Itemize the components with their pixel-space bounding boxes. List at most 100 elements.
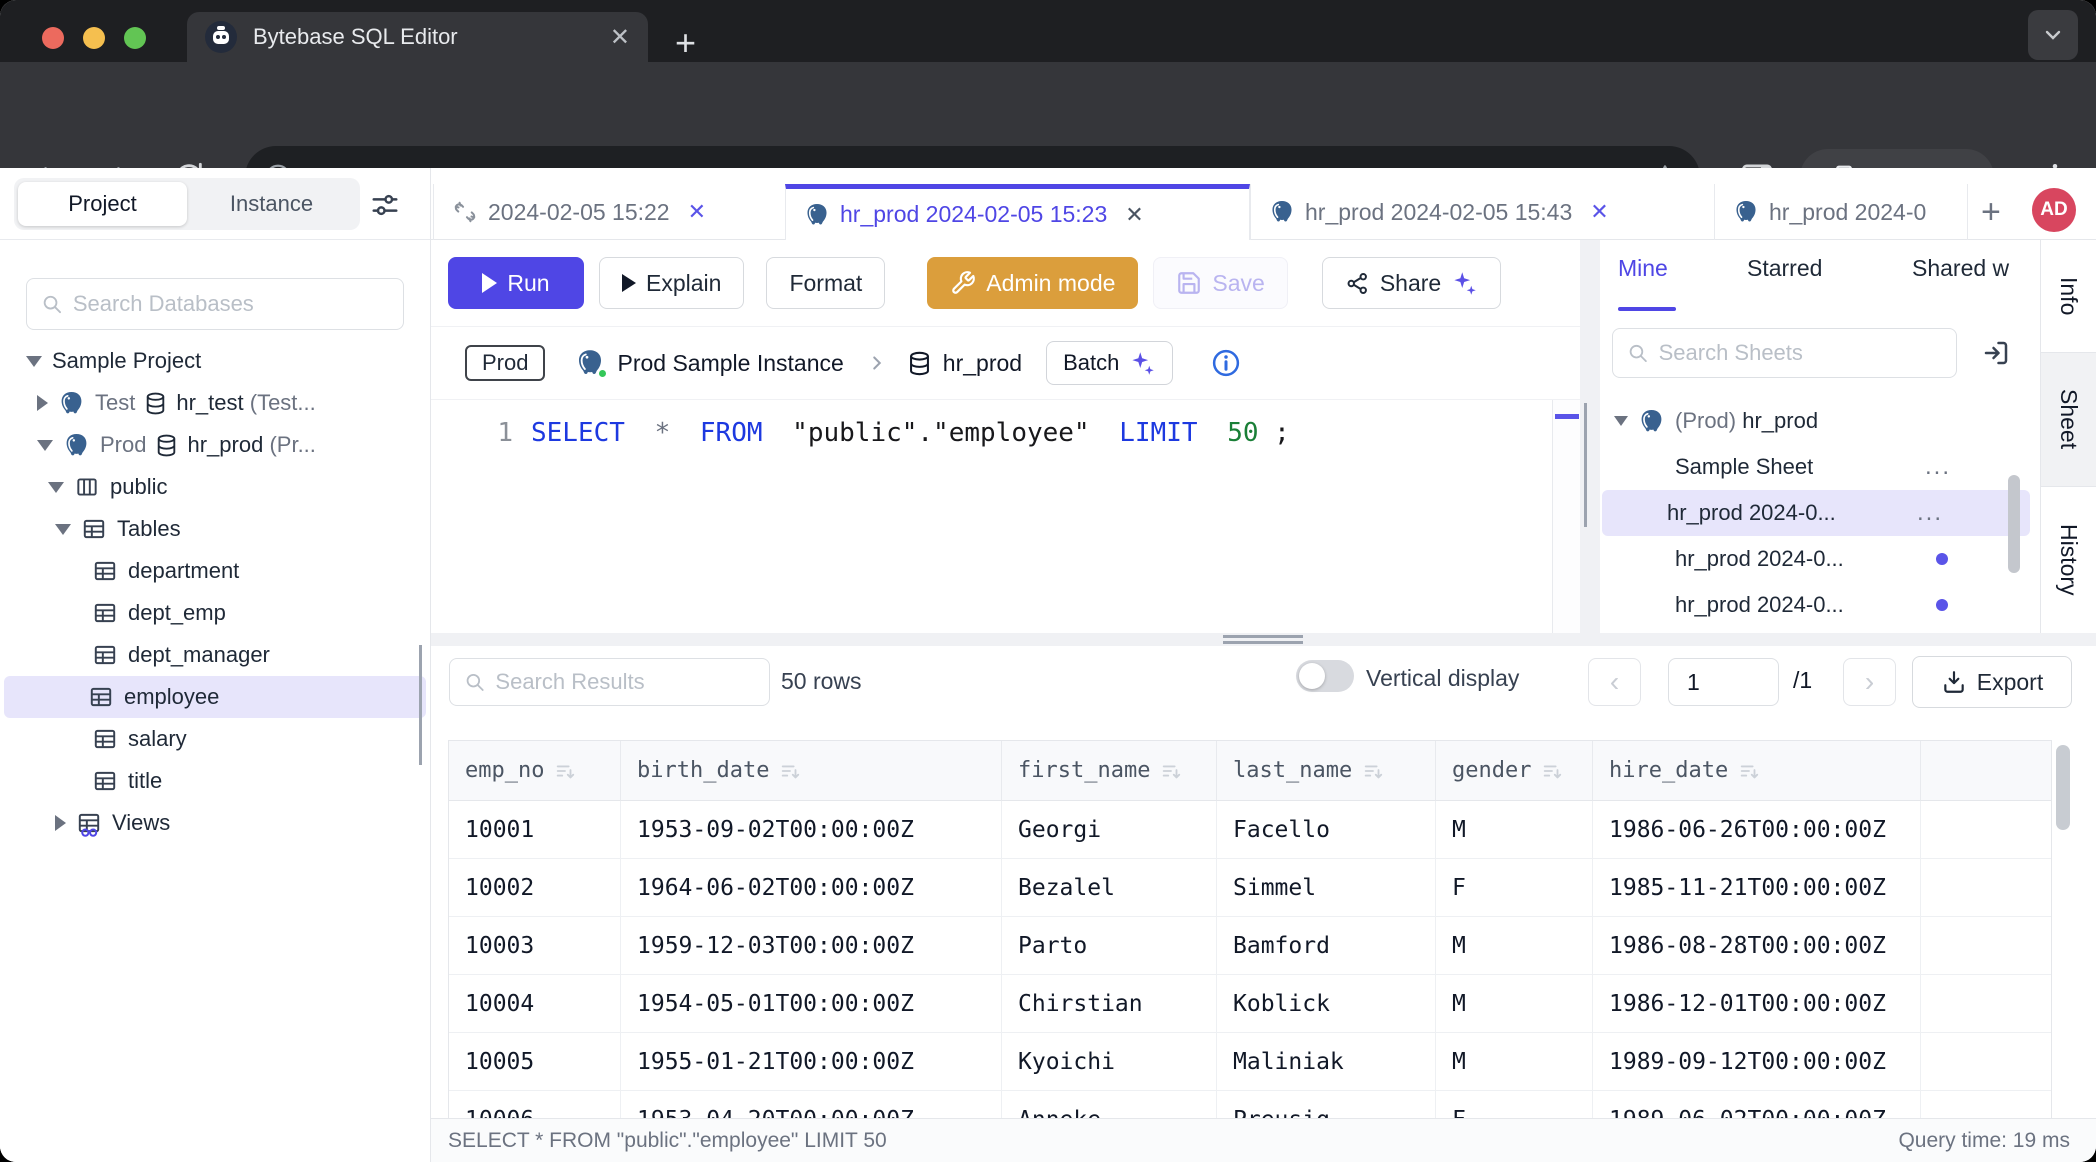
results-search[interactable] xyxy=(449,658,770,706)
table-row: 100041954-05-01T00:00:00ZChirstianKoblic… xyxy=(449,975,2051,1033)
column-header[interactable]: last_name xyxy=(1217,741,1436,801)
sheet-search-input[interactable] xyxy=(1659,340,1942,366)
column-header[interactable]: first_name xyxy=(1002,741,1217,801)
sheet-group-hr-prod[interactable]: (Prod) hr_prod xyxy=(1600,398,2040,444)
tree-item-table-employee[interactable]: employee xyxy=(4,676,426,718)
sql-keyword: FROM xyxy=(700,418,763,448)
project-label: Sample Project xyxy=(52,348,201,374)
run-button[interactable]: Run xyxy=(448,257,584,309)
tab-mine[interactable]: Mine xyxy=(1618,255,1668,282)
sidebar-resize-handle[interactable] xyxy=(419,645,429,705)
splitter-handle[interactable] xyxy=(1223,635,1303,644)
sidebar-header: Project Instance xyxy=(0,168,430,240)
sql-code-area[interactable]: 1 SELECT * FROM "public"."employee" LIMI… xyxy=(431,400,1580,633)
scrollbar-thumb[interactable] xyxy=(2056,745,2070,830)
rail-tab-info[interactable]: Info xyxy=(2041,240,2096,353)
tree-item-table-dept-manager[interactable]: dept_manager xyxy=(4,634,426,676)
window-minimize-button[interactable] xyxy=(83,27,105,49)
sheet-item-4-clipped[interactable]: hr_prod 2024-0... xyxy=(1600,582,2040,628)
table-row: 100051955-01-21T00:00:00ZKyoichiMaliniak… xyxy=(449,1033,2051,1091)
instance-name[interactable]: Prod Sample Instance xyxy=(617,350,843,377)
export-button[interactable]: Export xyxy=(1912,656,2072,708)
sheet-item-menu[interactable]: ... xyxy=(1925,453,1951,481)
tree-item-hr-test[interactable]: Test hr_test (Test... xyxy=(4,382,426,424)
table-row: 100011953-09-02T00:00:00ZGeorgiFacelloM1… xyxy=(449,801,2051,859)
tree-item-project[interactable]: Sample Project xyxy=(4,340,426,382)
sheet-item-selected[interactable]: hr_prod 2024-0... ... xyxy=(1602,490,2030,536)
results-scrollbar[interactable] xyxy=(2056,745,2070,1118)
sheet-item-3[interactable]: hr_prod 2024-0... xyxy=(1600,536,2040,582)
database-search[interactable] xyxy=(26,278,404,330)
horizontal-splitter[interactable] xyxy=(431,633,2096,646)
page-total: /1 xyxy=(1793,667,1812,694)
sheet-item-sample-sheet[interactable]: Sample Sheet ... xyxy=(1600,444,2040,490)
browser-tab[interactable]: Bytebase SQL Editor ✕ xyxy=(187,12,648,62)
next-page-button[interactable]: › xyxy=(1843,658,1896,706)
browser-window: Bytebase SQL Editor ✕ + localhost:8080/s… xyxy=(0,0,2096,1162)
share-button[interactable]: Share xyxy=(1322,257,1501,309)
close-icon[interactable]: ✕ xyxy=(688,199,706,225)
sparkles-icon[interactable] xyxy=(1451,270,1478,297)
user-avatar[interactable]: AD xyxy=(2032,188,2076,232)
sheet-search[interactable] xyxy=(1612,328,1957,378)
sheet-list-scrollbar[interactable] xyxy=(2008,475,2020,573)
add-worksheet-button[interactable]: + xyxy=(1981,194,2001,230)
chevron-down-icon xyxy=(48,482,64,493)
batch-button[interactable]: Batch xyxy=(1046,341,1173,385)
table-cell: Kyoichi xyxy=(1002,1033,1217,1091)
column-header[interactable]: gender xyxy=(1436,741,1593,801)
tab-starred[interactable]: Starred xyxy=(1747,255,1822,282)
close-icon[interactable]: ✕ xyxy=(1125,202,1143,228)
executed-query: SELECT * FROM "public"."employee" LIMIT … xyxy=(448,1129,1898,1153)
column-header[interactable]: birth_date xyxy=(621,741,1002,801)
window-close-button[interactable] xyxy=(42,27,64,49)
info-icon[interactable] xyxy=(1211,348,1241,378)
tree-item-table-dept-emp[interactable]: dept_emp xyxy=(4,592,426,634)
tree-item-tables-group[interactable]: Tables xyxy=(4,508,426,550)
page-input[interactable]: 1 xyxy=(1668,658,1779,706)
rail-tab-history[interactable]: History xyxy=(2041,487,2096,633)
tree-item-table-salary[interactable]: salary xyxy=(4,718,426,760)
save-button[interactable]: Save xyxy=(1153,257,1287,309)
vertical-splitter[interactable] xyxy=(1580,240,1600,633)
admin-mode-button[interactable]: Admin mode xyxy=(927,257,1138,309)
column-header[interactable]: hire_date xyxy=(1593,741,1921,801)
close-icon[interactable]: ✕ xyxy=(1590,199,1608,225)
tree-item-hr-prod[interactable]: Prod hr_prod (Pr... xyxy=(4,424,426,466)
vertical-display-toggle[interactable] xyxy=(1296,660,1354,692)
table-cell: 1989-09-12T00:00:00Z xyxy=(1593,1033,1921,1091)
tree-item-schema-public[interactable]: public xyxy=(4,466,426,508)
tab-search-button[interactable] xyxy=(2028,10,2078,60)
tree-item-views-group[interactable]: Views xyxy=(4,802,426,844)
worksheet-tab-3[interactable]: hr_prod 2024-02-05 15:43 ✕ xyxy=(1250,184,1714,240)
column-header[interactable]: emp_no xyxy=(449,741,621,801)
editor-scrollbar[interactable] xyxy=(1552,400,1580,633)
new-tab-button[interactable]: + xyxy=(675,22,696,64)
tree-item-table-department[interactable]: department xyxy=(4,550,426,592)
table-icon xyxy=(92,768,118,794)
tab-instance[interactable]: Instance xyxy=(187,182,356,226)
tab-project[interactable]: Project xyxy=(18,182,187,226)
browser-tab-close-icon[interactable]: ✕ xyxy=(610,23,630,52)
sheet-item-menu[interactable]: ... xyxy=(1917,499,1943,527)
results-search-input[interactable] xyxy=(495,669,755,695)
prev-page-button[interactable]: ‹ xyxy=(1588,658,1641,706)
format-button[interactable]: Format xyxy=(766,257,885,309)
splitter-handle[interactable] xyxy=(1584,403,1594,465)
rail-tab-sheet[interactable]: Sheet xyxy=(2041,353,2096,487)
table-label: dept_manager xyxy=(128,642,270,668)
explain-button[interactable]: Explain xyxy=(599,257,744,309)
worksheet-tab-4[interactable]: hr_prod 2024-0 xyxy=(1714,184,1968,240)
filter-sliders-icon[interactable] xyxy=(370,190,400,220)
search-icon xyxy=(1627,341,1649,365)
worksheet-tab-2-active[interactable]: hr_prod 2024-02-05 15:23 ✕ xyxy=(785,184,1250,240)
worksheet-tab-1[interactable]: 2024-02-05 15:22 ✕ xyxy=(433,184,785,240)
collapse-panel-icon[interactable] xyxy=(1981,338,2011,368)
active-tab-underline xyxy=(1618,307,1676,311)
database-search-input[interactable] xyxy=(73,291,389,317)
tab-shared[interactable]: Shared w xyxy=(1912,255,2009,282)
window-zoom-button[interactable] xyxy=(124,27,146,49)
tree-item-table-title[interactable]: title xyxy=(4,760,426,802)
database-name[interactable]: hr_prod xyxy=(943,350,1022,377)
chevron-right-icon xyxy=(55,815,66,831)
